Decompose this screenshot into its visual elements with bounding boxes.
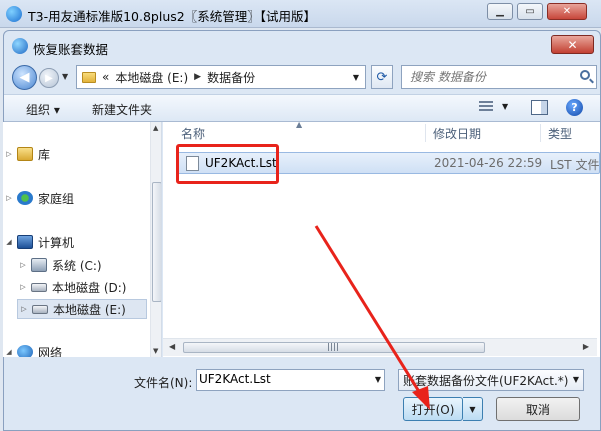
nav-item-label: 库	[38, 147, 51, 162]
filename-input[interactable]	[199, 372, 364, 386]
new-folder-button[interactable]: 新建文件夹	[92, 101, 152, 118]
window-controls: ▁ ▭ ✕	[487, 3, 587, 20]
view-options-icon[interactable]	[479, 101, 493, 113]
recent-locations-chevron-icon[interactable]: ▼	[62, 72, 68, 81]
homegroup-icon	[17, 191, 33, 205]
network-icon	[17, 345, 33, 357]
file-date: 2021-04-26 22:59	[434, 156, 543, 170]
nav-item-drive-d[interactable]: ▷ 本地磁盘 (D:)	[17, 277, 161, 297]
filename-dropdown-icon[interactable]: ▼	[375, 375, 381, 384]
nav-item-label: 本地磁盘 (D:)	[52, 280, 127, 295]
preview-pane-icon[interactable]	[531, 100, 548, 115]
expand-arrow-icon[interactable]: ▷	[17, 261, 29, 269]
search-icon[interactable]	[580, 70, 590, 80]
address-dropdown-icon[interactable]: ▼	[349, 66, 363, 88]
command-toolbar: 组织 ▾ 新建文件夹 ▼ ?	[4, 94, 600, 122]
nav-item-label: 家庭组	[38, 191, 75, 206]
breadcrumb-drive-e[interactable]: 本地磁盘 (E:)	[115, 69, 188, 86]
nav-item-label: 计算机	[38, 235, 75, 250]
system-drive-icon	[31, 258, 47, 272]
nav-vertical-scrollbar[interactable]: ▲ ▼	[150, 122, 161, 357]
computer-icon	[17, 235, 33, 249]
breadcrumb-separator-icon[interactable]: ▶	[194, 72, 201, 82]
app-close-button[interactable]: ✕	[547, 3, 587, 20]
scroll-grip-icon	[328, 343, 338, 351]
app-title: T3-用友通标准版10.8plus2〖系统管理〗【试用版】	[28, 9, 316, 24]
file-type: LST 文件	[550, 158, 600, 172]
app-title-bar: T3-用友通标准版10.8plus2〖系统管理〗【试用版】 ▁ ▭ ✕	[0, 0, 601, 28]
breadcrumb-data-backup[interactable]: 数据备份	[207, 69, 255, 86]
sort-ascending-icon: ▲	[296, 122, 303, 129]
breadcrumb-overflow[interactable]: «	[102, 70, 109, 84]
open-options-chevron-icon[interactable]: ▼	[463, 397, 483, 421]
drive-icon	[32, 304, 48, 314]
column-header-date[interactable]: 修改日期	[433, 122, 481, 144]
search-box[interactable]	[401, 65, 597, 89]
dialog-close-button[interactable]: ✕	[551, 35, 594, 54]
file-list-horizontal-scrollbar[interactable]: ◀ ▶	[163, 338, 597, 356]
collapse-arrow-icon[interactable]: ◢	[3, 348, 15, 356]
dialog-icon	[12, 38, 28, 54]
expand-arrow-icon[interactable]: ▷	[18, 305, 30, 313]
filetype-dropdown-icon[interactable]: ▼	[573, 375, 579, 384]
nav-item-network[interactable]: ◢ 网络	[3, 342, 149, 357]
expand-arrow-icon[interactable]: ▷	[17, 283, 29, 291]
filename-combobox[interactable]: ▼	[196, 369, 385, 391]
expand-arrow-icon[interactable]: ▷	[3, 150, 15, 158]
drive-icon	[31, 282, 47, 292]
app-logo-icon	[6, 6, 22, 22]
dialog-title: 恢复账套数据	[33, 42, 109, 57]
forward-arrow-icon[interactable]: ▶	[39, 68, 59, 88]
filetype-select[interactable]: 账套数据备份文件(UF2KAct.*) ▼	[398, 369, 584, 391]
filename-label: 文件名(N):	[134, 376, 193, 390]
column-header-name[interactable]: 名称	[181, 122, 205, 144]
nav-item-homegroup[interactable]: ▷ 家庭组	[3, 188, 149, 208]
address-bar[interactable]: « 本地磁盘 (E:) ▶ 数据备份 ▼	[76, 65, 366, 89]
search-input[interactable]	[410, 70, 570, 84]
navigation-pane: ▷ 库 ▷ 家庭组 ◢ 计算机 ▷ 系统 (C:) ▷ 本地磁盘 (D:) ▷ …	[3, 122, 162, 357]
maximize-button[interactable]: ▭	[517, 3, 543, 20]
nav-item-drive-c[interactable]: ▷ 系统 (C:)	[17, 255, 161, 275]
refresh-icon[interactable]: ⟳	[371, 65, 393, 89]
back-arrow-icon[interactable]: ◀	[12, 65, 37, 90]
help-icon[interactable]: ?	[566, 99, 583, 116]
highlight-annotation	[176, 144, 279, 184]
nav-item-library[interactable]: ▷ 库	[3, 144, 149, 164]
library-icon	[17, 147, 33, 161]
scroll-right-icon[interactable]: ▶	[583, 342, 589, 351]
column-divider[interactable]	[540, 124, 541, 142]
folder-icon	[82, 71, 96, 83]
nav-item-label: 本地磁盘 (E:)	[53, 302, 126, 317]
cancel-button[interactable]: 取消	[496, 397, 580, 421]
address-row: ◀ ▶ ▼ « 本地磁盘 (E:) ▶ 数据备份 ▼ ⟳	[4, 61, 600, 93]
scroll-left-icon[interactable]: ◀	[169, 342, 175, 351]
scroll-up-icon[interactable]: ▲	[153, 124, 158, 132]
nav-item-label: 系统 (C:)	[52, 258, 102, 273]
nav-item-computer[interactable]: ◢ 计算机	[3, 232, 149, 252]
dialog-title-bar: 恢复账套数据 ✕	[4, 31, 600, 61]
scroll-down-icon[interactable]: ▼	[153, 347, 158, 355]
minimize-button[interactable]: ▁	[487, 3, 513, 20]
nav-item-drive-e[interactable]: ▷ 本地磁盘 (E:)	[17, 299, 147, 319]
filetype-value: 账套数据备份文件(UF2KAct.*)	[403, 373, 569, 388]
nav-item-label: 网络	[38, 345, 63, 358]
scroll-thumb[interactable]	[152, 182, 161, 302]
collapse-arrow-icon[interactable]: ◢	[3, 238, 15, 246]
column-header-type[interactable]: 类型	[548, 122, 572, 144]
organize-menu[interactable]: 组织 ▾	[26, 101, 60, 118]
view-options-chevron-icon[interactable]: ▼	[502, 102, 508, 111]
open-button[interactable]: 打开(O)	[403, 397, 463, 421]
column-divider[interactable]	[425, 124, 426, 142]
expand-arrow-icon[interactable]: ▷	[3, 194, 15, 202]
